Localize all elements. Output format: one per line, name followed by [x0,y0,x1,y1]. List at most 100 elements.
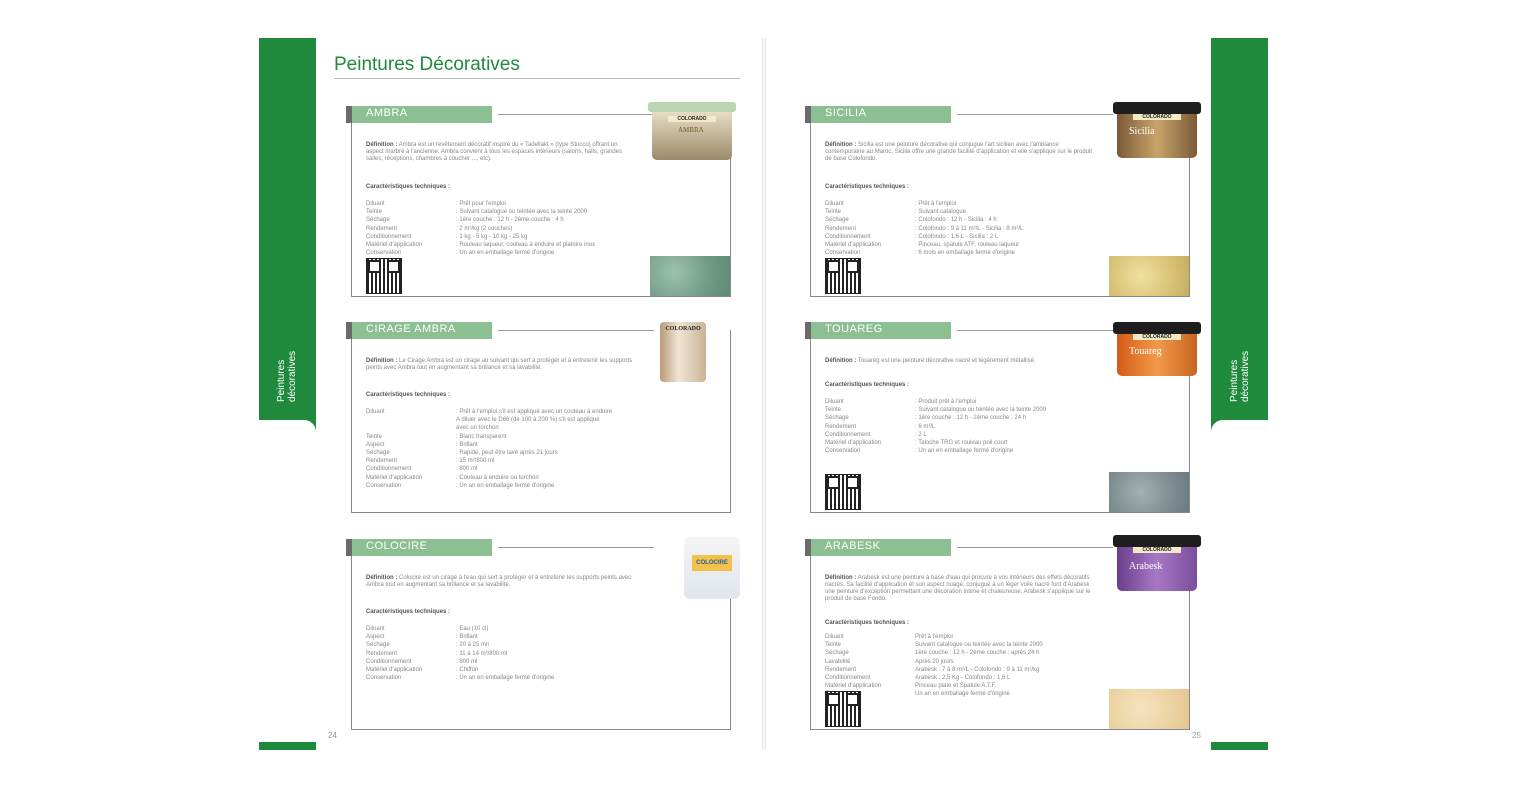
spec-value: : Brillant [456,634,478,641]
qr-code-icon[interactable] [825,258,861,294]
spec-value: : 6 mois en emballage fermé d'origine [915,250,1015,257]
card-header-line [957,114,1113,115]
spec-value: : Rapide, peut être lavé après 21 jours [456,450,558,457]
spec-row: Séchage: 1ère couche : 12 h - 2ème couch… [366,216,646,224]
spec-row: Diluant : Eau (10 cl) [366,625,646,633]
spec-key: Diluant [825,399,844,405]
spec-row: Séchage: 20 à 25 mn [366,641,646,649]
product-bucket-image: COLORADO Touareg [1113,322,1201,380]
specs-table: Diluant Prêt à l'emploi Teinte Suivant cata… [825,633,1105,699]
page-number-right: 25 [1192,731,1201,740]
definition: Définition : Touareg est une peinture dé… [825,358,1036,364]
spec-key: Rendement [366,650,398,657]
spec-value: : Chiffon [456,667,479,674]
card-header-line [498,114,654,115]
spec-key: Séchage [825,415,849,422]
spec-row: Séchage: Colofondo : 12 h - Sicilia : 4 … [825,216,1105,224]
bucket-product-name: Touareg [1129,346,1162,357]
spec-row: Conditionnement: 800 ml [366,658,646,666]
bucket-brand: COLORADO [1133,114,1181,120]
spec-value: Après 20 jours [915,658,954,665]
spec-row: Matériel d'application: Couteau à enduir… [366,474,646,482]
spec-value: : Un an en emballage fermé d'origine [456,250,555,257]
spec-key: Teinte [825,407,842,414]
spec-row: Conditionnement: Colofondo : 1,6 L - Sic… [825,233,1105,241]
left-tab-cutout [259,420,316,742]
spec-value: : 20 à 25 mn [456,642,490,649]
spec-row: Teinte : Suivant catalogue ou teintée ave… [825,406,1105,414]
spec-key: Rendement [366,225,398,232]
spec-value: avec un torchon [456,425,499,432]
page-number-left: 24 [328,731,337,740]
spec-row: Séchage 1ère couche : 12 h - 2ème couche … [825,649,1105,657]
qr-code-icon[interactable] [825,691,861,727]
bucket-product-name: Sicilia [1129,126,1155,137]
right-bottom-bar [1211,742,1268,750]
spec-row: Rendement : 2 m²/kg (2 couches) [366,225,646,233]
spec-key: Séchage [366,217,390,224]
spec-row: Conservation : 6 mois en emballage fermé … [825,249,1105,257]
spec-value: : Prêt à l'emploi s'il est appliqué avec… [456,409,613,415]
card-title: CIRAGE AMBRA [366,323,456,335]
spec-row: Matériel d'application: Chiffon [366,666,646,674]
spec-value: : 11 à 14 m²/800 ml [456,650,508,657]
qr-code-icon[interactable] [825,474,861,510]
spec-key: Lavabilité [825,658,851,665]
spec-row: Matériel d'application: Taloche TRG et r… [825,439,1105,447]
spec-value: : 1ère couche : 12 h - 2ème couche : 24 … [915,415,1027,422]
spec-row: Lavabilité Après 20 jours [825,658,1105,666]
spec-value: : Eau (10 cl) [456,626,489,632]
spec-key: Matériel d'application [825,242,882,249]
bucket-product-name: Arabesk [1129,561,1163,572]
spec-row: Conservation: Un an en emballage fermé d… [366,482,646,490]
spec-key: Séchage [366,450,390,457]
spec-value: Arabesk : 7 à 8 m²/L - Colofondo : 9 à 1… [915,666,1040,673]
spec-value: Suivant catalogue ou teintée avec la tei… [915,642,1043,649]
spec-key: Matériel d'application [825,683,882,690]
spec-key: Matériel d'application [366,242,423,249]
spec-key: Teinte [825,209,842,216]
bucket-brand: COLORADO [668,116,716,122]
product-bucket-image: COLORADO Arabesk [1113,535,1201,593]
qr-code-icon[interactable] [366,258,402,294]
spec-value: : 2 L [915,431,927,438]
spec-key: Diluant [366,409,385,415]
spec-value: : Prêt à l'emploi [915,201,957,207]
side-label-left: Peintures décoratives [276,350,298,402]
definition: Définition : Sicilia est une peinture dé… [825,142,1093,162]
spec-value: : 800 ml [456,658,478,665]
bucket-product-name: AMBRA [678,126,704,134]
spec-row: Rendement: Colofondo : 9 à 11 m²/L - Sic… [825,225,1105,233]
spec-key: Conservation [825,250,861,257]
spec-row: Teinte Suivant catalogue ou teintée avec … [825,641,1105,649]
spec-value: : Couteau à enduire ou torchon [456,474,539,481]
left-bottom-bar [259,742,316,750]
spec-value: : Brillant [456,441,478,448]
card-title: TOUAREG [825,323,883,335]
specs-title: Caractéristiques techniques : [366,609,451,615]
spec-row: Conservation: Un an en emballage fermé d… [366,249,646,257]
product-card-arabesk: ARABESK Définition : Arabesk est une pei… [805,535,1201,730]
spec-row: Diluant : Prêt à l'emploi [825,200,1105,208]
spec-value: Pinceau plate et Spatule A.T.F. [915,683,997,690]
spec-key: Rendement [825,423,857,430]
spec-row: Matériel d'application: Pinceau, spatule… [825,241,1105,249]
spec-row: Séchage : Rapide, peut être lavé après 21… [366,449,646,457]
title-rule [334,78,740,79]
spec-value: : Produit prêt à l'emploi [915,399,977,405]
texture-swatch [650,256,730,296]
spec-row: Diluant : Prêt à l'emploi s'il est appliq… [366,408,646,416]
spec-row: Rendement Arabesk : 7 à 8 m²/L - Colofond… [825,666,1105,674]
spec-key: Diluant [825,201,844,207]
card-title: AMBRA [366,107,408,119]
spec-key: Diluant [366,626,385,632]
spec-row: Rendement: 6 m²/L [825,423,1105,431]
spec-value: : 2 m²/kg (2 couches) [456,225,513,232]
spec-row: Aspect: Brillant [366,441,646,449]
product-card-ambra: AMBRA Définition : Ambra est un revêteme… [346,102,736,297]
spec-row: Conditionnement Arabesk : 2,5 Kg - Colofo… [825,674,1105,682]
spec-value: : Suivant catalogue ou teintée avec la t… [915,407,1047,414]
spec-value: : Colofondo : 1,6 L - Sicilia : 2 L [915,233,999,240]
product-bucket-image: COLORADO Sicilia [1113,102,1201,160]
spec-row: Teinte: Suivant catalogue ou teintée ave… [366,208,646,216]
